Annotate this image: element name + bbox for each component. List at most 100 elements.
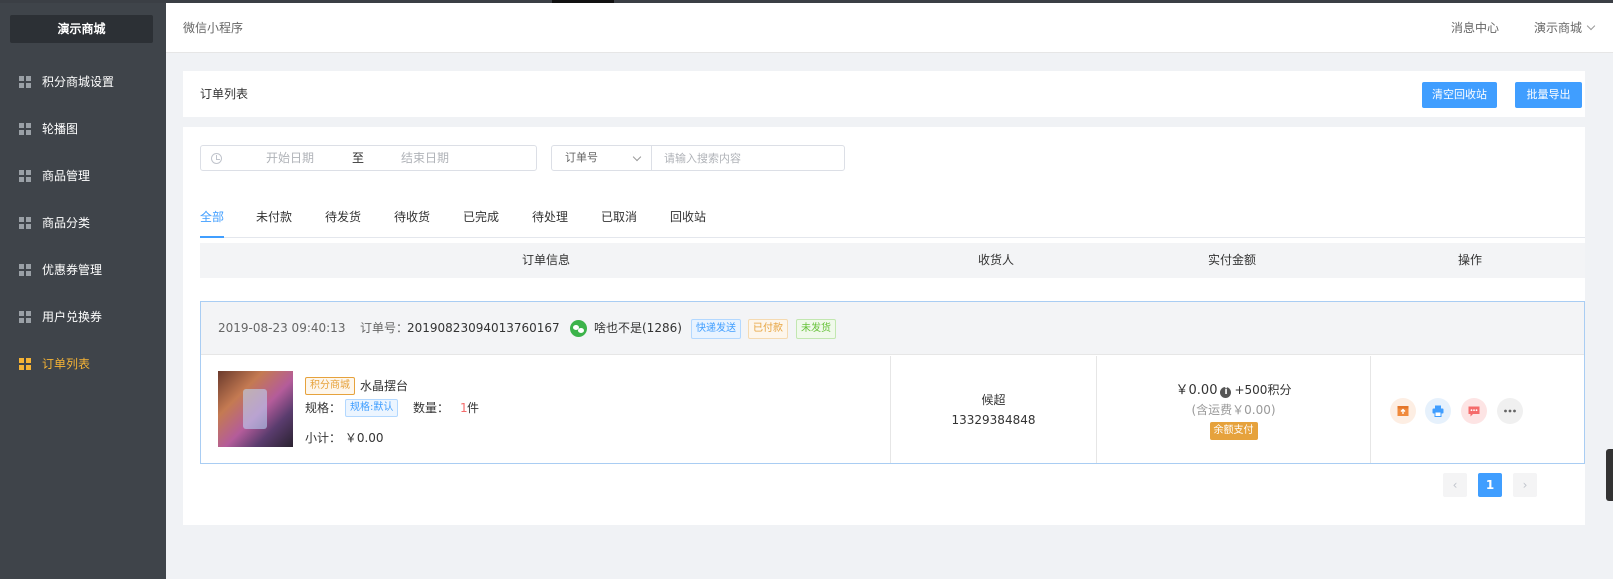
order-panel: 开始日期 至 结束日期 订单号 全部 未付款 待发货 待收货 已完成 待处理 已… xyxy=(183,127,1585,525)
column-header-actions: 操作 xyxy=(1458,253,1483,267)
date-range-picker[interactable]: 开始日期 至 结束日期 xyxy=(200,145,537,171)
info-icon[interactable]: i xyxy=(1220,387,1232,398)
sidebar-item-label: 用户兑换券 xyxy=(42,310,103,324)
brand-logo: 演示商城 xyxy=(10,15,153,43)
order-card-header: 2019-08-23 09:40:13 订单号： 201908230940137… xyxy=(201,302,1584,355)
grid-icon xyxy=(19,169,31,182)
sidebar: 演示商城 积分商城设置 轮播图 商品管理 商品分类 优惠券管理 用户兑换券 订单… xyxy=(0,3,166,579)
sidebar-item-label: 优惠券管理 xyxy=(42,263,103,277)
sidebar-menu: 积分商城设置 轮播图 商品管理 商品分类 优惠券管理 用户兑换券 订单列表 xyxy=(0,58,166,387)
search-field-select[interactable]: 订单号 xyxy=(551,145,652,171)
pagination-next-button[interactable]: › xyxy=(1513,473,1537,497)
message-center-link[interactable]: 消息中心 xyxy=(1451,3,1499,53)
page-title: 订单列表 xyxy=(200,87,249,101)
tab-cancelled[interactable]: 已取消 xyxy=(601,205,637,238)
paid-amount-line: ￥0.00 i +500积分 xyxy=(1096,381,1371,400)
grid-icon xyxy=(19,357,31,370)
delivery-type-badge: 快递发送 xyxy=(691,319,741,339)
spec-badge: 规格:默认 xyxy=(345,399,399,417)
product-name: 水晶摆台 xyxy=(360,379,409,393)
chevron-down-icon xyxy=(1586,21,1596,31)
more-actions-button[interactable] xyxy=(1497,398,1523,424)
ship-order-button[interactable] xyxy=(1390,398,1416,424)
more-icon xyxy=(1504,409,1516,413)
end-date-placeholder[interactable]: 结束日期 xyxy=(401,146,449,170)
subtotal: 小计： ￥0.00 xyxy=(305,431,384,445)
comment-icon xyxy=(1468,406,1480,417)
package-icon xyxy=(1397,406,1409,416)
header-title: 微信小程序 xyxy=(183,21,244,35)
wechat-icon xyxy=(570,320,587,337)
sidebar-item-label: 积分商城设置 xyxy=(42,75,115,89)
paid-amount: ￥0.00 xyxy=(1175,383,1218,398)
receiver-phone: 13329384848 xyxy=(951,413,1036,427)
shop-dropdown[interactable]: 演示商城 xyxy=(1534,3,1596,53)
sidebar-item-points-settings[interactable]: 积分商城设置 xyxy=(0,58,166,105)
spec-label: 规格： xyxy=(305,401,342,415)
sidebar-item-label: 轮播图 xyxy=(42,122,79,136)
points-shop-badge: 积分商城 xyxy=(305,377,355,395)
tab-completed[interactable]: 已完成 xyxy=(463,205,499,238)
printer-icon xyxy=(1432,405,1444,417)
tab-pending[interactable]: 待处理 xyxy=(532,205,568,238)
top-header: 微信小程序 消息中心 演示商城 xyxy=(166,3,1613,53)
column-header-order-info: 订单信息 xyxy=(522,253,571,267)
payment-status-badge: 已付款 xyxy=(748,319,788,339)
pay-method-badge: 余额支付 xyxy=(1209,422,1258,440)
start-date-placeholder[interactable]: 开始日期 xyxy=(266,146,314,170)
order-status-tabs: 全部 未付款 待发货 待收货 已完成 待处理 已取消 回收站 xyxy=(200,205,1585,238)
search-field-select-value: 订单号 xyxy=(565,151,598,164)
page-title-bar: 订单列表 清空回收站 批量导出 xyxy=(183,71,1585,117)
sidebar-item-categories[interactable]: 商品分类 xyxy=(0,199,166,246)
points-amount: +500积分 xyxy=(1234,383,1292,397)
pagination-prev-button[interactable]: ‹ xyxy=(1443,473,1467,497)
grid-icon xyxy=(19,216,31,229)
product-thumbnail[interactable] xyxy=(218,371,293,447)
date-range-separator: 至 xyxy=(352,151,365,165)
tab-all[interactable]: 全部 xyxy=(200,205,224,238)
pagination-page-1[interactable]: 1 xyxy=(1478,473,1502,497)
shipping-status-badge: 未发货 xyxy=(796,319,836,339)
grid-icon xyxy=(19,263,31,276)
grid-icon xyxy=(19,310,31,323)
grid-icon xyxy=(19,75,31,88)
tab-unpaid[interactable]: 未付款 xyxy=(256,205,292,238)
order-number-label: 订单号： xyxy=(360,321,409,335)
sidebar-item-products[interactable]: 商品管理 xyxy=(0,152,166,199)
pay-method-wrap: 余额支付 xyxy=(1096,422,1371,440)
clock-icon xyxy=(211,153,222,164)
clear-recycle-button[interactable]: 清空回收站 xyxy=(1422,82,1497,108)
sidebar-item-label: 订单列表 xyxy=(42,357,91,371)
table-header: 订单信息 收货人 实付金额 操作 xyxy=(200,243,1585,278)
search-input[interactable] xyxy=(651,145,845,171)
sidebar-item-orders[interactable]: 订单列表 xyxy=(0,340,166,387)
sidebar-item-carousel[interactable]: 轮播图 xyxy=(0,105,166,152)
chevron-down-icon xyxy=(632,152,642,162)
sidebar-item-coupons[interactable]: 优惠券管理 xyxy=(0,246,166,293)
tab-to-receive[interactable]: 待收货 xyxy=(394,205,430,238)
receiver-name: 候超 xyxy=(981,393,1006,407)
print-button[interactable] xyxy=(1425,398,1451,424)
floating-side-widget[interactable] xyxy=(1606,449,1613,501)
shop-dropdown-label: 演示商城 xyxy=(1534,21,1583,35)
quantity-unit: 件 xyxy=(467,401,480,415)
shipping-fee: (含运费￥0.00) xyxy=(1191,403,1276,417)
remark-button[interactable] xyxy=(1461,398,1487,424)
tab-recycle-bin[interactable]: 回收站 xyxy=(670,205,706,238)
column-divider xyxy=(1370,356,1371,463)
column-header-receiver: 收货人 xyxy=(978,253,1015,267)
buyer-name: 啥也不是(1286) xyxy=(594,321,682,335)
grid-icon xyxy=(19,122,31,135)
column-header-amount: 实付金额 xyxy=(1208,253,1257,267)
quantity-label: 数量： xyxy=(413,401,450,415)
sidebar-item-label: 商品管理 xyxy=(42,169,91,183)
order-card-body: 积分商城 水晶摆台 规格： 规格:默认 数量： 1 件 小计： ￥0.00 候超… xyxy=(201,356,1584,463)
batch-export-button[interactable]: 批量导出 xyxy=(1515,82,1582,108)
sidebar-item-user-vouchers[interactable]: 用户兑换券 xyxy=(0,293,166,340)
column-divider xyxy=(890,356,891,463)
tab-to-ship[interactable]: 待发货 xyxy=(325,205,361,238)
order-number: 20190823094013760167 xyxy=(407,321,560,335)
order-card: 2019-08-23 09:40:13 订单号： 201908230940137… xyxy=(200,301,1585,464)
sidebar-item-label: 商品分类 xyxy=(42,216,91,230)
order-time: 2019-08-23 09:40:13 xyxy=(218,321,346,335)
